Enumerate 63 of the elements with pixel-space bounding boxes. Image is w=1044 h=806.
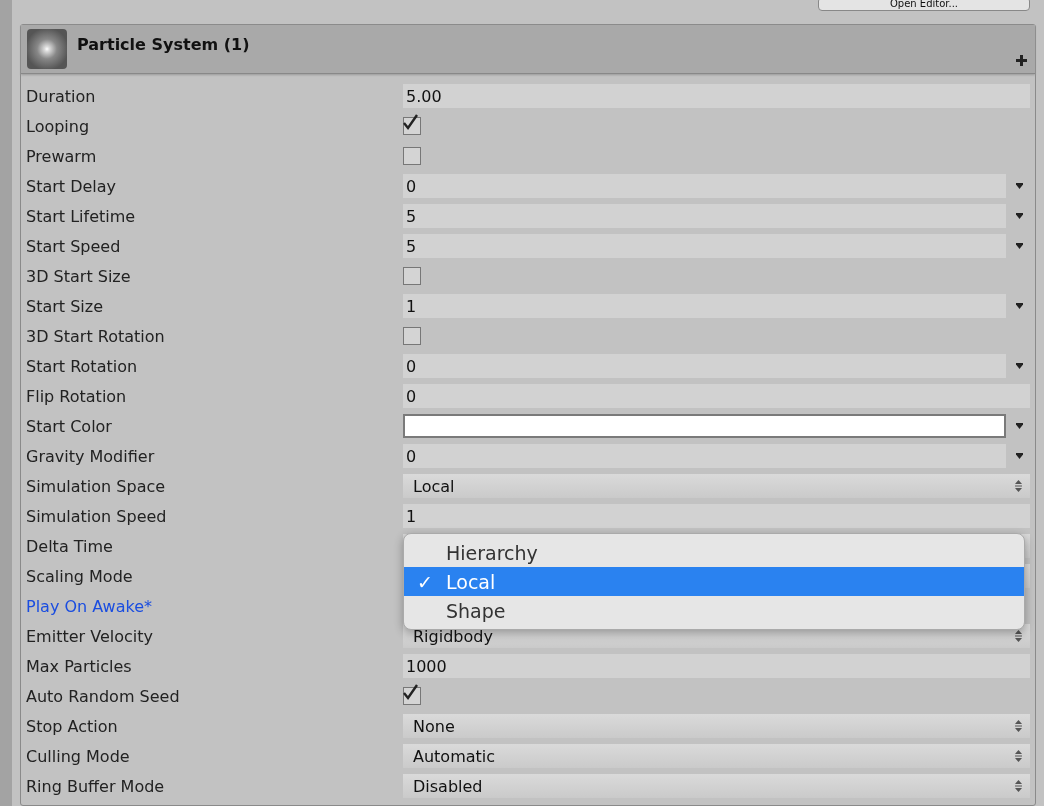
property-label: Ring Buffer Mode [26,776,166,796]
number-field[interactable]: 0 [403,174,1006,198]
property-label: Delta Time [26,536,114,556]
property-label: Max Particles [26,656,133,676]
number-field[interactable]: 0 [403,354,1006,378]
checkbox[interactable] [403,327,421,345]
property-label: Flip Rotation [26,386,128,406]
up-down-arrows-icon [1015,480,1022,492]
dropdown-arrow-icon[interactable] [1016,303,1023,309]
menu-item[interactable]: Hierarchy [404,538,1024,567]
checkbox[interactable] [403,267,421,285]
property-label: Looping [26,116,91,136]
up-down-arrows-icon [1015,780,1022,792]
dropdown-arrow-icon[interactable] [1016,363,1023,369]
popup-field[interactable]: Automatic [403,744,1030,768]
property-label: Scaling Mode [26,566,134,586]
property-label: Gravity Modifier [26,446,156,466]
property-label: 3D Start Rotation [26,326,166,346]
dropdown-arrow-icon[interactable] [1016,423,1023,429]
menu-item[interactable]: Shape [404,596,1024,625]
popup-field[interactable]: Disabled [403,774,1030,798]
number-field[interactable]: 0 [403,444,1006,468]
dropdown-arrow-icon[interactable] [1016,213,1023,219]
up-down-arrows-icon [1015,720,1022,732]
property-label: 3D Start Size [26,266,132,286]
up-down-arrows-icon [1015,750,1022,762]
property-label: Start Delay [26,176,118,196]
popup-field[interactable]: Local [403,474,1030,498]
particle-icon [27,29,67,69]
up-down-arrows-icon [1015,630,1022,642]
color-field[interactable] [403,414,1006,438]
number-field[interactable]: 0 [403,384,1030,408]
property-label: Start Lifetime [26,206,137,226]
property-label: Emitter Velocity [26,626,154,646]
property-label: Stop Action [26,716,119,736]
property-label: Culling Mode [26,746,131,766]
number-field[interactable]: 1000 [403,654,1030,678]
component-title: Particle System (1) [77,35,250,54]
dropdown-arrow-icon[interactable] [1016,453,1023,459]
checkbox[interactable] [403,687,421,705]
property-label: Prewarm [26,146,98,166]
property-label: Simulation Speed [26,506,168,526]
property-label: Start Rotation [26,356,139,376]
open-editor-button[interactable]: Open Editor... [818,0,1030,11]
property-label: Auto Random Seed [26,686,181,706]
property-label: Simulation Space [26,476,167,496]
number-field[interactable]: 5 [403,234,1006,258]
menu-item[interactable]: ✓ Local [404,567,1024,596]
property-label: Start Color [26,416,113,436]
checkbox[interactable] [403,147,421,165]
number-field[interactable]: 5.00 [403,84,1030,108]
property-label: Duration [26,86,97,106]
popup-field[interactable]: None [403,714,1030,738]
property-label: Start Size [26,296,104,316]
dropdown-arrow-icon[interactable] [1016,183,1023,189]
plus-icon[interactable] [1016,55,1027,66]
property-label: Start Speed [26,236,122,256]
number-field[interactable]: 1 [403,504,1030,528]
checkbox[interactable] [403,117,421,135]
number-field[interactable]: 1 [403,294,1006,318]
property-label: Play On Awake* [26,596,153,616]
dropdown-arrow-icon[interactable] [1016,243,1023,249]
number-field[interactable]: 5 [403,204,1006,228]
